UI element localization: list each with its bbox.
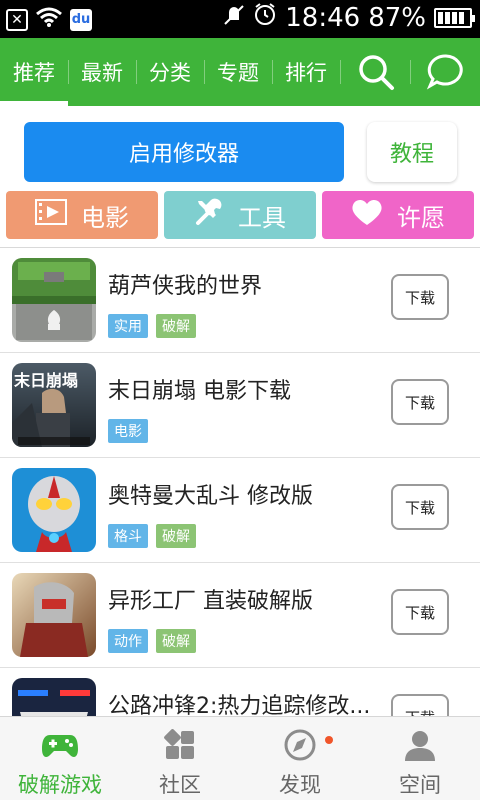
list-item[interactable]: 奥特曼大乱斗 修改版 格斗 破解 下载: [0, 458, 480, 563]
tag-badge: 动作: [108, 629, 148, 653]
minecraft-chest-icon: [12, 258, 96, 342]
nav-label: 破解游戏: [18, 773, 102, 797]
list-item[interactable]: 末日崩塌 末日崩塌 电影下载 电影 下载: [0, 353, 480, 458]
ultraman-icon: [12, 468, 96, 552]
mute-icon: [223, 3, 245, 33]
robot-mech-icon: [12, 573, 96, 657]
user-profile-icon: [402, 729, 438, 761]
clock-time: 18:46: [285, 2, 361, 33]
nav-label: 社区: [159, 773, 201, 797]
baidu-icon: du: [70, 8, 92, 31]
game-title[interactable]: 奥特曼大乱斗 修改版: [108, 478, 393, 510]
nav-label: 发现: [279, 773, 321, 797]
game-title[interactable]: 葫芦侠我的世界: [108, 268, 393, 300]
nav-discover[interactable]: 发现: [240, 717, 360, 800]
alarm-clock-icon: [253, 2, 277, 33]
tag-badge: 格斗: [108, 524, 148, 548]
game-title[interactable]: 公路冲锋2:热力追踪修改...: [108, 688, 393, 716]
police-car-icon: [12, 678, 96, 716]
tab-latest[interactable]: 最新: [68, 38, 136, 106]
tutorial-button[interactable]: 教程: [367, 122, 457, 182]
list-item[interactable]: 异形工厂 直装破解版 动作 破解 下载: [0, 563, 480, 668]
tag-badge: 破解: [156, 314, 196, 338]
nav-community[interactable]: 社区: [120, 717, 240, 800]
wifi-icon: [36, 6, 62, 33]
category-tools-button[interactable]: 工具: [164, 191, 316, 239]
notification-dot: [325, 736, 333, 744]
search-icon[interactable]: [356, 52, 396, 92]
battery-icon: [434, 7, 475, 28]
download-button[interactable]: 下载: [391, 484, 449, 530]
download-button[interactable]: 下载: [391, 694, 449, 716]
game-title[interactable]: 异形工厂 直装破解版: [108, 583, 393, 615]
category-movie-button[interactable]: 电影: [6, 191, 158, 239]
tab-recommended[interactable]: 推荐: [0, 38, 68, 106]
film-icon: [35, 199, 67, 231]
download-button[interactable]: 下载: [391, 589, 449, 635]
san-andreas-poster-icon: 末日崩塌: [12, 363, 96, 447]
game-title[interactable]: 末日崩塌 电影下载: [108, 373, 393, 405]
list-item[interactable]: 公路冲锋2:热力追踪修改... 下载: [0, 668, 480, 716]
heart-icon: [351, 198, 383, 232]
battery-percent: 87%: [368, 2, 426, 33]
list-item[interactable]: 葫芦侠我的世界 实用 破解 下载: [0, 248, 480, 353]
tag-badge: 电影: [108, 419, 148, 443]
tag-badge: 破解: [156, 524, 196, 548]
game-list: 葫芦侠我的世界 实用 破解 下载 末日崩塌 末日崩塌 电影下载 电影 下载 奥特…: [0, 248, 480, 716]
download-button[interactable]: 下载: [391, 274, 449, 320]
poster-title-text: 末日崩塌: [14, 371, 79, 390]
compass-icon: [282, 729, 318, 761]
category-label: 电影: [81, 203, 129, 232]
tab-categories[interactable]: 分类: [136, 38, 204, 106]
nav-cracked-games[interactable]: 破解游戏: [0, 717, 120, 800]
tag-badge: 实用: [108, 314, 148, 338]
bottom-nav: 破解游戏 社区 发现 空间: [0, 716, 480, 800]
tab-topics[interactable]: 专题: [204, 38, 272, 106]
category-label: 工具: [238, 203, 286, 232]
chat-bubble-icon[interactable]: [426, 52, 466, 92]
community-grid-icon: [162, 729, 198, 761]
tools-icon: [194, 197, 224, 233]
category-label: 许愿: [397, 203, 445, 232]
status-bar: ✕ du 18:46 87%: [0, 0, 480, 38]
download-button[interactable]: 下载: [391, 379, 449, 425]
nav-label: 空间: [399, 773, 441, 797]
category-wish-button[interactable]: 许愿: [322, 191, 474, 239]
tab-ranking[interactable]: 排行: [272, 38, 340, 106]
close-notification-icon: ✕: [6, 8, 28, 31]
enable-modifier-button[interactable]: 启用修改器: [24, 122, 344, 182]
top-nav: 推荐 最新 分类 专题 排行: [0, 38, 480, 106]
nav-space[interactable]: 空间: [360, 717, 480, 800]
tag-badge: 破解: [156, 629, 196, 653]
gamepad-icon: [42, 729, 78, 761]
